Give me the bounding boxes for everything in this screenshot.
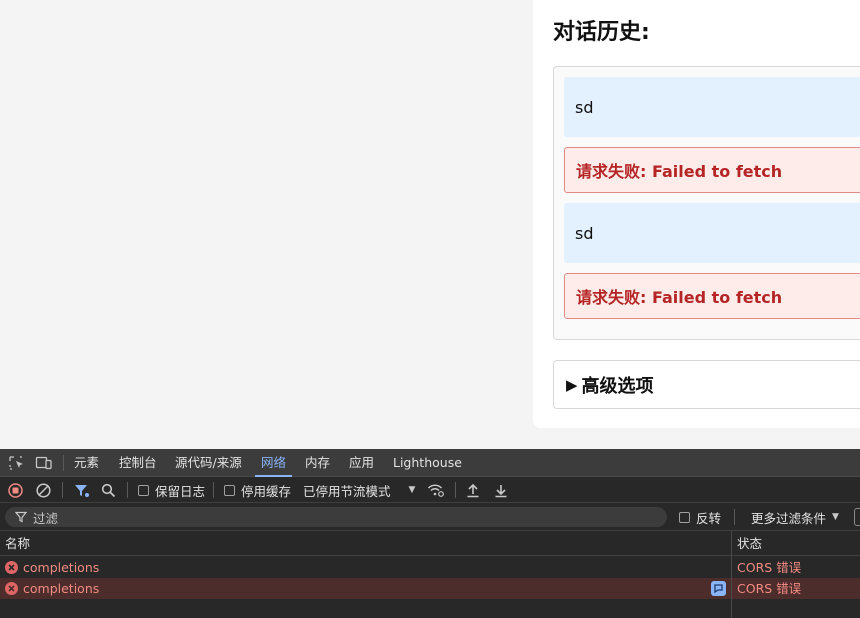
error-message: 请求失败: Failed to fetch xyxy=(564,147,860,193)
devtools-panel: 元素 控制台 源代码/来源 网络 内存 应用 Lighthouse 保留日志 停… xyxy=(0,449,860,618)
overflow-button[interactable] xyxy=(854,508,860,526)
checkbox-box[interactable] xyxy=(224,484,235,496)
tab-application[interactable]: 应用 xyxy=(349,449,374,477)
device-toolbar-icon[interactable] xyxy=(35,455,53,471)
history-title: 对话历史: xyxy=(553,20,650,45)
throttling-select[interactable]: 已停用节流模式 ▼ xyxy=(303,477,415,503)
throttling-value: 已停用节流模式 xyxy=(303,483,391,499)
message-text: 请求失败: Failed to fetch xyxy=(576,288,783,307)
ai-assistance-icon[interactable] xyxy=(711,581,726,596)
import-har-icon[interactable] xyxy=(466,477,480,503)
export-har-icon[interactable] xyxy=(494,477,508,503)
request-name: completions xyxy=(23,560,100,575)
more-filters-dropdown[interactable]: 更多过滤条件 ▼ xyxy=(751,504,839,530)
network-conditions-icon[interactable] xyxy=(427,477,445,503)
error-icon xyxy=(5,561,18,574)
divider xyxy=(734,509,735,525)
tab-lighthouse[interactable]: Lighthouse xyxy=(393,449,462,477)
request-status: CORS 错误 xyxy=(737,560,802,575)
filter-funnel-icon[interactable] xyxy=(74,477,90,503)
tab-sources[interactable]: 源代码/来源 xyxy=(175,449,242,477)
divider xyxy=(62,482,63,498)
error-message: 请求失败: Failed to fetch xyxy=(564,273,860,319)
record-stop-icon[interactable] xyxy=(8,477,23,503)
advanced-options-toggle[interactable]: ▶ 高级选项 xyxy=(553,360,860,409)
message-text: sd xyxy=(575,223,594,243)
divider xyxy=(127,482,128,498)
advanced-options-label: 高级选项 xyxy=(581,375,654,397)
column-divider xyxy=(731,531,732,618)
column-header-name[interactable]: 名称 xyxy=(0,531,731,556)
column-header-status[interactable]: 状态 xyxy=(732,531,860,556)
filter-bar: 过滤 反转 更多过滤条件 ▼ xyxy=(0,503,860,531)
chevron-down-icon: ▼ xyxy=(832,512,839,522)
request-status: CORS 错误 xyxy=(737,581,802,596)
network-toolbar: 保留日志 停用缓存 已停用节流模式 ▼ xyxy=(0,477,860,503)
tab-console[interactable]: 控制台 xyxy=(119,449,157,477)
filter-input[interactable]: 过滤 xyxy=(5,507,667,527)
invert-label: 反转 xyxy=(696,510,722,526)
tab-elements[interactable]: 元素 xyxy=(74,449,99,477)
divider xyxy=(455,482,456,498)
request-name: completions xyxy=(23,581,100,596)
error-icon xyxy=(5,582,18,595)
chevron-down-icon: ▼ xyxy=(408,485,416,495)
devtools-tab-bar: 元素 控制台 源代码/来源 网络 内存 应用 Lighthouse xyxy=(0,449,860,477)
filter-icon xyxy=(15,511,27,523)
expand-triangle-icon: ▶ xyxy=(566,375,578,394)
disable-cache-label: 停用缓存 xyxy=(241,483,292,499)
search-icon[interactable] xyxy=(101,477,116,503)
checkbox-box[interactable] xyxy=(138,484,149,496)
checkbox-box[interactable] xyxy=(679,511,690,523)
clear-icon[interactable] xyxy=(36,477,51,503)
more-filters-label: 更多过滤条件 xyxy=(751,510,827,526)
tab-network[interactable]: 网络 xyxy=(254,449,293,477)
inspect-element-icon[interactable] xyxy=(8,455,26,471)
filter-placeholder: 过滤 xyxy=(33,510,59,526)
divider xyxy=(213,482,214,498)
message-text: sd xyxy=(575,97,594,117)
tab-memory[interactable]: 内存 xyxy=(305,449,330,477)
user-message: sd xyxy=(564,203,860,263)
message-text: 请求失败: Failed to fetch xyxy=(576,162,783,181)
divider xyxy=(63,455,64,471)
web-page: 对话历史: sd 请求失败: Failed to fetch sd 请求失败: … xyxy=(0,0,860,449)
preserve-log-label: 保留日志 xyxy=(155,483,206,499)
preserve-log-checkbox[interactable]: 保留日志 xyxy=(138,477,205,503)
user-message: sd xyxy=(564,77,860,137)
invert-checkbox[interactable]: 反转 xyxy=(679,504,721,530)
disable-cache-checkbox[interactable]: 停用缓存 xyxy=(224,477,291,503)
